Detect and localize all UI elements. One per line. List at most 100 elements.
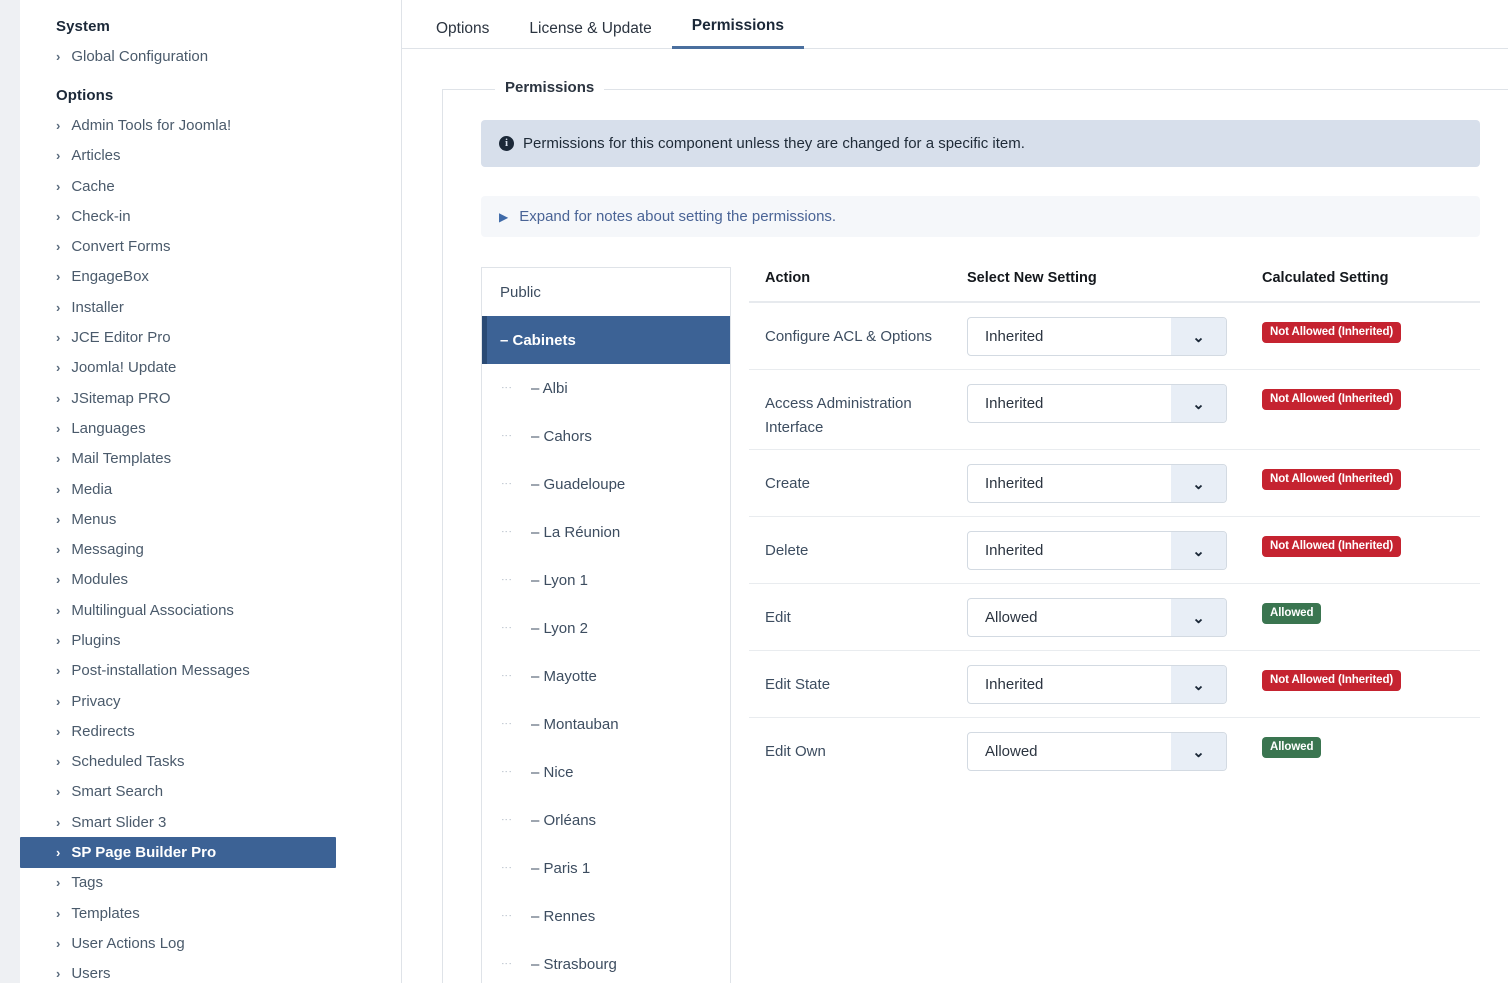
sidebar-item-scheduled-tasks[interactable]: › Scheduled Tasks	[20, 747, 401, 777]
chevron-down-icon[interactable]: ⌄	[1171, 733, 1226, 771]
chevron-down-icon[interactable]: ⌄	[1171, 385, 1226, 422]
drag-handle-icon[interactable]: ⋮	[500, 814, 512, 825]
chevron-right-icon: ›	[56, 754, 61, 770]
group-list-item[interactable]: Public	[482, 268, 730, 316]
chevron-down-icon[interactable]: ⌄	[1171, 532, 1226, 570]
sidebar-item-media[interactable]: › Media	[20, 474, 401, 504]
group-list-item[interactable]: ⋮ – Guadeloupe	[482, 460, 730, 508]
drag-handle-icon[interactable]: ⋮	[500, 622, 512, 633]
sidebar-item-admin-tools-for-joomla[interactable]: › Admin Tools for Joomla!	[20, 110, 401, 140]
sidebar-item-articles[interactable]: › Articles	[20, 141, 401, 171]
permission-select[interactable]: Inherited ⌄	[967, 665, 1227, 705]
group-list-item[interactable]: ⋮ – Mayotte	[482, 652, 730, 700]
chevron-right-icon: ›	[56, 420, 61, 436]
sidebar-item-languages[interactable]: › Languages	[20, 413, 401, 443]
chevron-down-icon[interactable]: ⌄	[1171, 599, 1226, 637]
permission-select-value: Inherited	[985, 475, 1044, 493]
expand-notes-toggle[interactable]: ▶ Expand for notes about setting the per…	[481, 196, 1480, 237]
group-list-item[interactable]: ⋮ – Nice	[482, 748, 730, 796]
drag-handle-icon[interactable]: ⋮	[500, 766, 512, 777]
drag-handle-icon[interactable]: ⋮	[500, 574, 512, 585]
drag-handle-icon[interactable]: ⋮	[500, 958, 512, 969]
permission-select[interactable]: Inherited ⌄	[967, 464, 1227, 504]
chevron-right-icon: ›	[56, 693, 61, 709]
chevron-right-icon: ›	[56, 208, 61, 224]
drag-handle-icon[interactable]: ⋮	[500, 526, 512, 537]
info-alert-text: Permissions for this component unless th…	[523, 135, 1025, 152]
group-list-item[interactable]: ⋮ – Cahors	[482, 412, 730, 460]
sidebar-item-label: Global Configuration	[71, 47, 209, 65]
sidebar-item-global-configuration[interactable]: › Global Configuration	[20, 41, 401, 71]
group-list-item[interactable]: ⋮ – Strasbourg	[482, 940, 730, 983]
sidebar-item-users[interactable]: › Users	[20, 959, 401, 983]
sidebar-item-convert-forms[interactable]: › Convert Forms	[20, 231, 401, 261]
sidebar-item-sp-page-builder-pro[interactable]: › SP Page Builder Pro	[20, 837, 336, 868]
sidebar-item-modules[interactable]: › Modules	[20, 565, 401, 595]
group-list-item[interactable]: – Cabinets	[482, 316, 730, 364]
sidebar-item-check-in[interactable]: › Check-in	[20, 201, 401, 231]
tab-options[interactable]: Options	[416, 9, 509, 50]
sidebar-item-cache[interactable]: › Cache	[20, 171, 401, 201]
sidebar-item-smart-search[interactable]: › Smart Search	[20, 777, 401, 807]
sidebar-item-mail-templates[interactable]: › Mail Templates	[20, 444, 401, 474]
sidebar-item-redirects[interactable]: › Redirects	[20, 716, 401, 746]
drag-handle-icon[interactable]: ⋮	[500, 478, 512, 489]
status-badge: Not Allowed (Inherited)	[1262, 469, 1402, 491]
action-label: Edit	[765, 609, 791, 627]
drag-handle-icon[interactable]: ⋮	[500, 382, 512, 393]
chevron-right-icon: ›	[56, 390, 61, 406]
sidebar-item-privacy[interactable]: › Privacy	[20, 686, 401, 716]
permission-select[interactable]: Allowed ⌄	[967, 598, 1227, 638]
chevron-down-icon[interactable]: ⌄	[1171, 666, 1226, 704]
sidebar-item-label: Articles	[71, 147, 121, 165]
group-list-item[interactable]: ⋮ – Montauban	[482, 700, 730, 748]
table-row: Edit State Inherited ⌄ Not Allowed (Inherit…	[749, 651, 1480, 719]
drag-handle-icon[interactable]: ⋮	[500, 670, 512, 681]
sidebar-item-tags[interactable]: › Tags	[20, 868, 401, 898]
drag-handle-icon[interactable]: ⋮	[500, 430, 512, 441]
permission-select-value: Inherited	[985, 328, 1044, 345]
table-row: Create Inherited ⌄ Not Allowed (Inherited)	[749, 450, 1480, 518]
sidebar-item-engagebox[interactable]: › EngageBox	[20, 262, 401, 292]
action-label: Edit State	[765, 676, 831, 694]
group-list-item[interactable]: ⋮ – La Réunion	[482, 508, 730, 556]
drag-handle-icon[interactable]: ⋮	[500, 718, 512, 729]
group-list-item[interactable]: ⋮ – Orléans	[482, 796, 730, 844]
sidebar-item-menus[interactable]: › Menus	[20, 504, 401, 534]
sidebar-item-templates[interactable]: › Templates	[20, 898, 401, 928]
sidebar-item-messaging[interactable]: › Messaging	[20, 534, 401, 564]
group-list-item-label: – Lyon 1	[531, 571, 588, 589]
chevron-right-icon: ›	[56, 814, 61, 830]
chevron-right-icon: ›	[56, 632, 61, 648]
permission-select[interactable]: Allowed ⌄	[967, 732, 1227, 772]
group-list-item[interactable]: ⋮ – Paris 1	[482, 844, 730, 892]
sidebar-heading: System	[56, 18, 110, 35]
permission-select[interactable]: Inherited ⌄	[967, 384, 1227, 423]
chevron-down-icon[interactable]: ⌄	[1171, 465, 1226, 503]
sidebar-item-multilingual-associations[interactable]: › Multilingual Associations	[20, 595, 401, 625]
sidebar-item-smart-slider-3[interactable]: › Smart Slider 3	[20, 807, 401, 837]
action-label: Access Administration Interface	[765, 395, 912, 436]
sidebar-item-label: Templates	[71, 904, 140, 922]
group-list-item[interactable]: ⋮ – Albi	[482, 364, 730, 412]
sidebar-item-user-actions-log[interactable]: › User Actions Log	[20, 928, 401, 958]
permission-select[interactable]: Inherited ⌄	[967, 531, 1227, 571]
content-area: Permissions i Permissions for this compo…	[402, 49, 1508, 983]
group-list-item[interactable]: ⋮ – Lyon 2	[482, 604, 730, 652]
permission-select[interactable]: Inherited ⌄	[967, 317, 1227, 356]
drag-handle-icon[interactable]: ⋮	[500, 862, 512, 873]
sidebar-item-joomla-update[interactable]: › Joomla! Update	[20, 353, 401, 383]
sidebar-item-post-installation-messages[interactable]: › Post-installation Messages	[20, 656, 401, 686]
sidebar-item-jsitemap-pro[interactable]: › JSitemap PRO	[20, 383, 401, 413]
sidebar-item-plugins[interactable]: › Plugins	[20, 625, 401, 655]
chevron-down-icon[interactable]: ⌄	[1171, 318, 1226, 355]
sidebar-item-label: EngageBox	[71, 268, 149, 286]
chevron-right-icon: ›	[56, 663, 61, 679]
tab-permissions[interactable]: Permissions	[671, 6, 804, 49]
group-list-item[interactable]: ⋮ – Rennes	[482, 892, 730, 940]
sidebar-item-jce-editor-pro[interactable]: › JCE Editor Pro	[20, 322, 401, 352]
group-list-item[interactable]: ⋮ – Lyon 1	[482, 556, 730, 604]
tab-license-update[interactable]: License & Update	[509, 9, 671, 50]
sidebar-item-installer[interactable]: › Installer	[20, 292, 401, 322]
drag-handle-icon[interactable]: ⋮	[500, 910, 512, 921]
